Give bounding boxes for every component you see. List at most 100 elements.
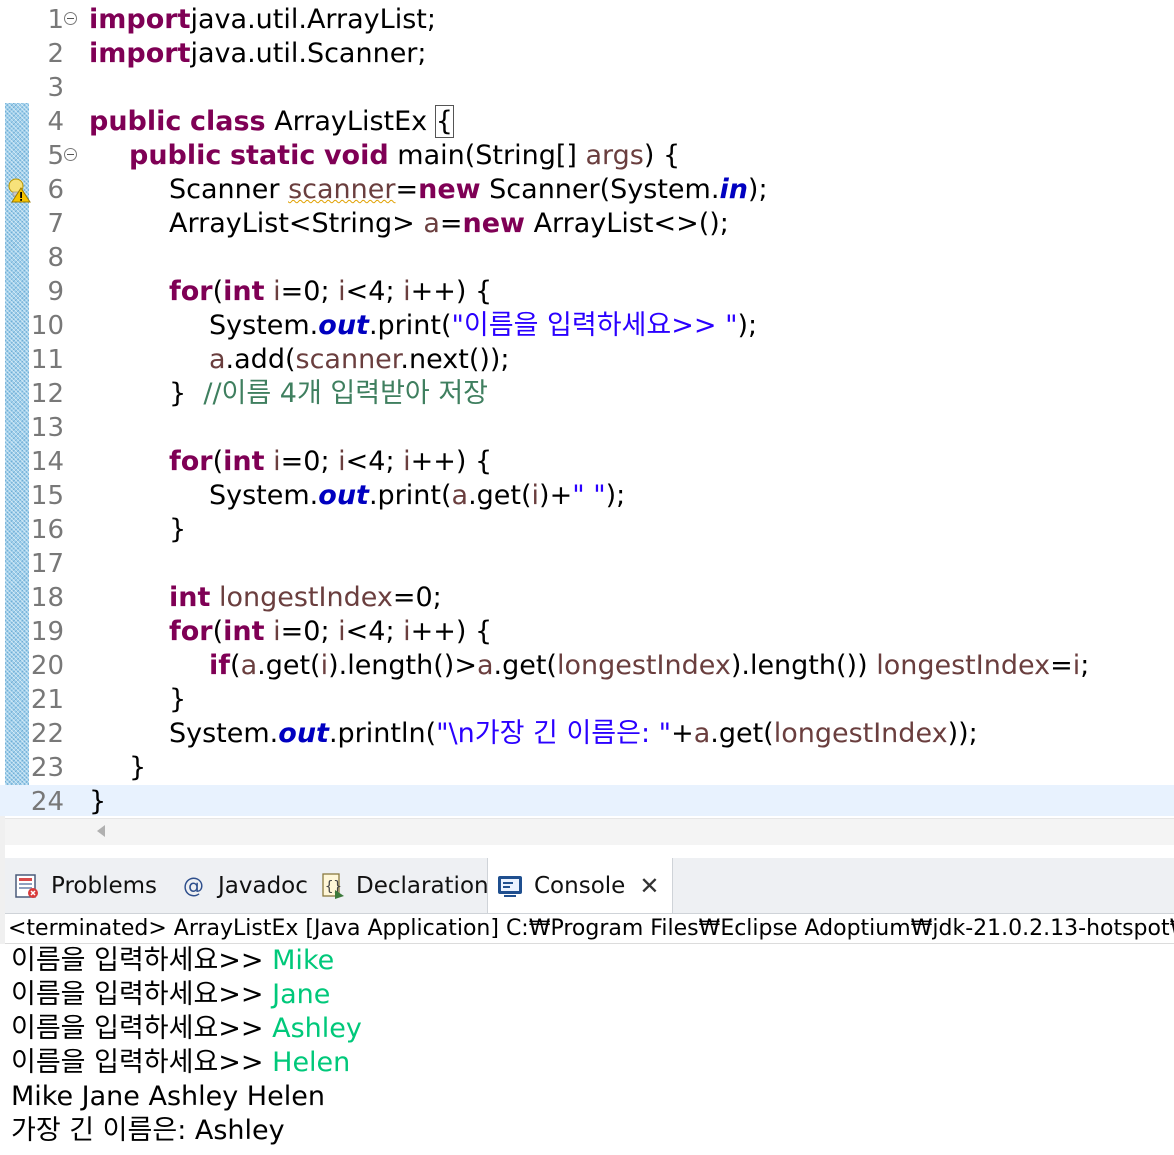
code-token: ArrayListEx: [265, 106, 436, 137]
code-text[interactable]: if(a.get(i).length()>a.get(longestIndex)…: [209, 649, 1089, 683]
code-token: public: [129, 140, 222, 171]
code-token: =: [1050, 650, 1073, 681]
code-text[interactable]: for(int i=0; i<4; i++) {: [169, 615, 492, 649]
code-token: out: [318, 480, 369, 511]
code-token: .get(: [468, 480, 532, 511]
code-text[interactable]: importjava.util.Scanner;: [89, 37, 427, 71]
line-number: 21: [30, 685, 64, 715]
code-text[interactable]: }: [89, 785, 106, 816]
code-token: .println(: [328, 718, 437, 749]
code-token: a: [693, 718, 711, 749]
horizontal-scrollbar[interactable]: [5, 818, 1174, 845]
code-token: i: [338, 616, 346, 647]
code-line[interactable]: 14 for(int i=0; i<4; i++) {: [0, 445, 1174, 479]
code-token: i: [338, 446, 346, 477]
code-token: (: [212, 276, 224, 307]
code-token: ).length()): [730, 650, 877, 681]
tab-declaration[interactable]: {} Declaration: [310, 858, 489, 913]
code-line[interactable]: 3: [0, 71, 1174, 105]
code-token: scanner: [288, 174, 396, 205]
code-line[interactable]: 4 public class ArrayListEx {: [0, 105, 1174, 139]
code-token: .print(: [368, 480, 452, 511]
lightbulb-warning-icon[interactable]: [6, 177, 32, 203]
code-line[interactable]: 9 for(int i=0; i<4; i++) {: [0, 275, 1174, 309]
code-token: ) {: [643, 140, 681, 171]
code-editor[interactable]: 1 importjava.util.ArrayList; 2 importjava.u…: [0, 0, 1174, 816]
scroll-left-icon[interactable]: [97, 825, 105, 837]
fold-collapse-icon[interactable]: [64, 148, 77, 161]
code-token: new: [418, 174, 481, 205]
line-number: 16: [30, 515, 64, 545]
tab-console[interactable]: Console ✕: [487, 858, 673, 913]
code-text[interactable]: public class ArrayListEx {: [89, 105, 454, 139]
code-line[interactable]: 23}: [0, 751, 1174, 785]
console-line: 이름을 입력하세요>> Jane: [11, 978, 330, 1012]
code-text[interactable]: }: [129, 751, 146, 785]
code-line[interactable]: 24}: [0, 785, 1174, 816]
close-icon[interactable]: ✕: [639, 872, 659, 900]
code-line[interactable]: 13: [0, 411, 1174, 445]
code-token: =0;: [280, 446, 339, 477]
code-token: );: [747, 174, 768, 205]
console-icon: [496, 872, 524, 900]
code-text[interactable]: }: [169, 513, 186, 547]
code-text[interactable]: Scanner scanner=new Scanner(System.in);: [169, 173, 768, 207]
code-text[interactable]: System.out.print(a.get(i)+" ");: [209, 479, 625, 513]
code-line[interactable]: 15 System.out.print(a.get(i)+" ");: [0, 479, 1174, 513]
code-token: <4;: [345, 446, 404, 477]
code-token: new: [462, 208, 525, 239]
code-text[interactable]: }: [169, 683, 186, 717]
code-line[interactable]: 11 a.add(scanner.next());: [0, 343, 1174, 377]
code-token: " ": [572, 480, 606, 511]
code-text[interactable]: System.out.println("\n가장 긴 이름은: "+a.get(…: [169, 717, 978, 751]
code-line[interactable]: 18 int longestIndex=0;: [0, 581, 1174, 615]
code-line[interactable]: 6 Scanner scanner=new Scanner(System.in);: [0, 173, 1174, 207]
console-output-text: 이름을 입력하세요>>: [11, 1013, 273, 1044]
code-text[interactable]: importjava.util.ArrayList;: [89, 3, 436, 37]
code-token: i: [403, 446, 411, 477]
svg-text:{}: {}: [325, 879, 342, 895]
code-text[interactable]: for(int i=0; i<4; i++) {: [169, 445, 492, 479]
code-token: int: [223, 446, 265, 477]
code-line[interactable]: 22 System.out.println("\n가장 긴 이름은: "+a.ge…: [0, 717, 1174, 751]
code-token: longestIndex: [218, 582, 393, 613]
code-token: ));: [947, 718, 978, 749]
line-number: 19: [30, 617, 64, 647]
code-text[interactable]: System.out.print("이름을 입력하세요>> ");: [209, 309, 757, 343]
code-text[interactable]: int longestIndex=0;: [169, 581, 442, 615]
code-text[interactable]: ArrayList<String> a=new ArrayList<>();: [169, 207, 729, 241]
code-text[interactable]: } //이름 4개 입력받아 저장: [169, 377, 488, 411]
code-line[interactable]: 7 ArrayList<String> a=new ArrayList<>();: [0, 207, 1174, 241]
code-token: void: [323, 140, 389, 171]
code-token: .add(: [225, 344, 296, 375]
code-text[interactable]: public static void main(String[] args) {: [129, 139, 680, 173]
code-line[interactable]: 16}: [0, 513, 1174, 547]
code-token: ++) {: [410, 276, 493, 307]
tab-problems[interactable]: Problems: [5, 858, 172, 913]
code-line[interactable]: 5 public static void main(String[] args) …: [0, 139, 1174, 173]
code-token: java.util.ArrayList;: [190, 4, 436, 35]
console-output-text: 가장 긴 이름은: Ashley: [11, 1115, 285, 1146]
code-line[interactable]: 1 importjava.util.ArrayList;: [0, 3, 1174, 37]
code-token: int: [223, 276, 265, 307]
code-line[interactable]: 2 importjava.util.Scanner;: [0, 37, 1174, 71]
code-line[interactable]: 10 System.out.print("이름을 입력하세요>> ");: [0, 309, 1174, 343]
code-token: for: [169, 276, 213, 307]
line-number: 9: [47, 277, 64, 307]
code-line[interactable]: 8: [0, 241, 1174, 275]
fold-collapse-icon[interactable]: [64, 12, 77, 25]
code-line[interactable]: 21}: [0, 683, 1174, 717]
code-text[interactable]: a.add(scanner.next());: [209, 343, 510, 377]
code-line[interactable]: 17: [0, 547, 1174, 581]
code-token: i: [320, 650, 329, 681]
tab-javadoc[interactable]: @ Javadoc: [172, 858, 310, 913]
console-output[interactable]: 이름을 입력하세요>> Mike 이름을 입력하세요>> Jane 이름을 입력하세…: [0, 944, 1174, 1155]
code-line[interactable]: 19 for(int i=0; i<4; i++) {: [0, 615, 1174, 649]
code-line[interactable]: 12} //이름 4개 입력받아 저장: [0, 377, 1174, 411]
code-line[interactable]: 20 if(a.get(i).length()>a.get(longestInde…: [0, 649, 1174, 683]
code-text[interactable]: for(int i=0; i<4; i++) {: [169, 275, 492, 309]
